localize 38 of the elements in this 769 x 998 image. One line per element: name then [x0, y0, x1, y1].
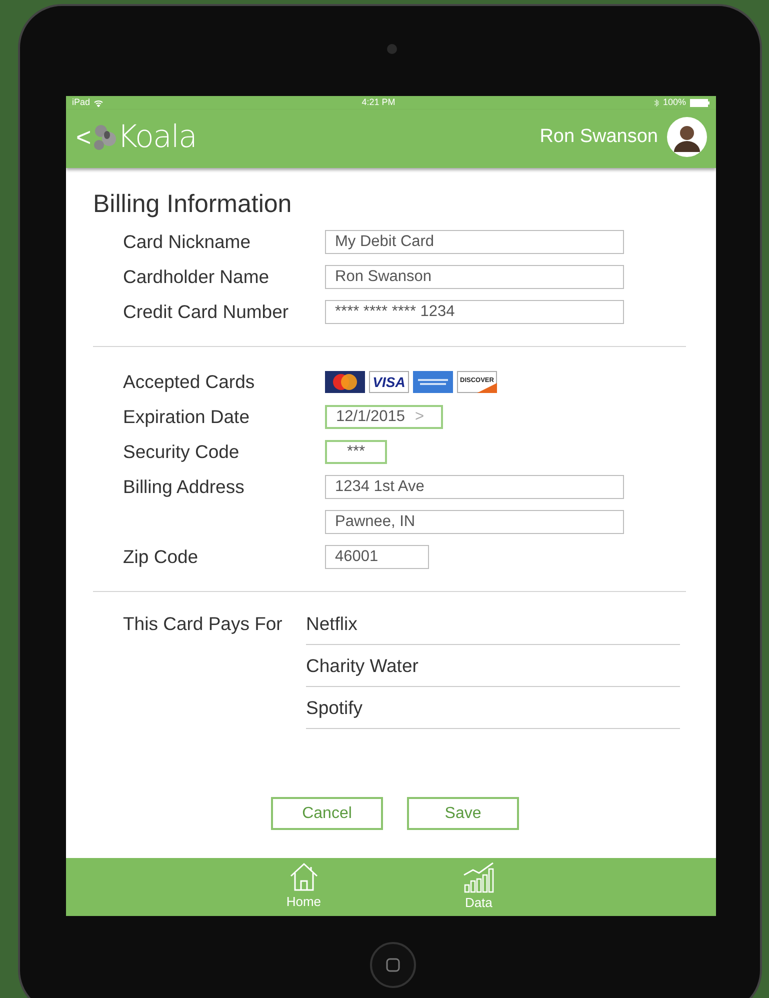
- user-name: Ron Swanson: [540, 124, 658, 149]
- carrier-label: iPad: [72, 96, 90, 110]
- app-logo: Koala: [117, 118, 197, 157]
- camera-dot: [387, 44, 397, 54]
- text-field[interactable]: 1234 1st Ave: [325, 474, 624, 498]
- wifi-icon: [94, 100, 104, 106]
- text-field[interactable]: 46001: [325, 544, 429, 568]
- field-label: Security Code: [123, 440, 240, 464]
- text-field[interactable]: Pawnee, IN: [325, 510, 624, 534]
- field-label: Expiration Date: [123, 404, 250, 429]
- status-time: 4:21 PM: [362, 96, 396, 110]
- date-picker[interactable]: 12/1/2015 >: [325, 404, 443, 428]
- field-label: Billing Address: [123, 474, 246, 499]
- chart-icon: [462, 861, 496, 894]
- field-label: Credit Card Number: [123, 300, 290, 324]
- square-icon: [386, 958, 400, 972]
- field-label: Cardholder Name: [123, 264, 270, 289]
- field-label: Zip Code: [123, 544, 200, 569]
- list-item[interactable]: Spotify: [306, 687, 680, 729]
- text-field[interactable]: My Debit Card: [325, 230, 624, 254]
- code-field[interactable]: ***: [325, 440, 387, 464]
- text-field[interactable]: Ron Swanson: [325, 264, 624, 288]
- home-button[interactable]: [370, 942, 416, 988]
- avatar[interactable]: [666, 116, 708, 158]
- field-label: Card Nickname: [123, 230, 252, 254]
- list-item[interactable]: Charity Water: [306, 645, 680, 687]
- mastercard-logo: [325, 370, 365, 392]
- battery-label: 100%: [662, 96, 686, 110]
- battery-icon: [690, 99, 710, 107]
- house-icon: [288, 862, 320, 892]
- page-title: Billing Information: [92, 189, 293, 220]
- text-field[interactable]: **** **** **** 1234: [325, 300, 624, 324]
- visa-logo: VISA: [369, 370, 409, 392]
- field-label: Accepted Cards: [123, 370, 256, 394]
- pays-for-label: This Card Pays For: [123, 612, 284, 636]
- bluetooth-icon: [654, 99, 659, 107]
- amex-logo: [413, 370, 453, 392]
- list-item[interactable]: Netflix: [306, 603, 680, 645]
